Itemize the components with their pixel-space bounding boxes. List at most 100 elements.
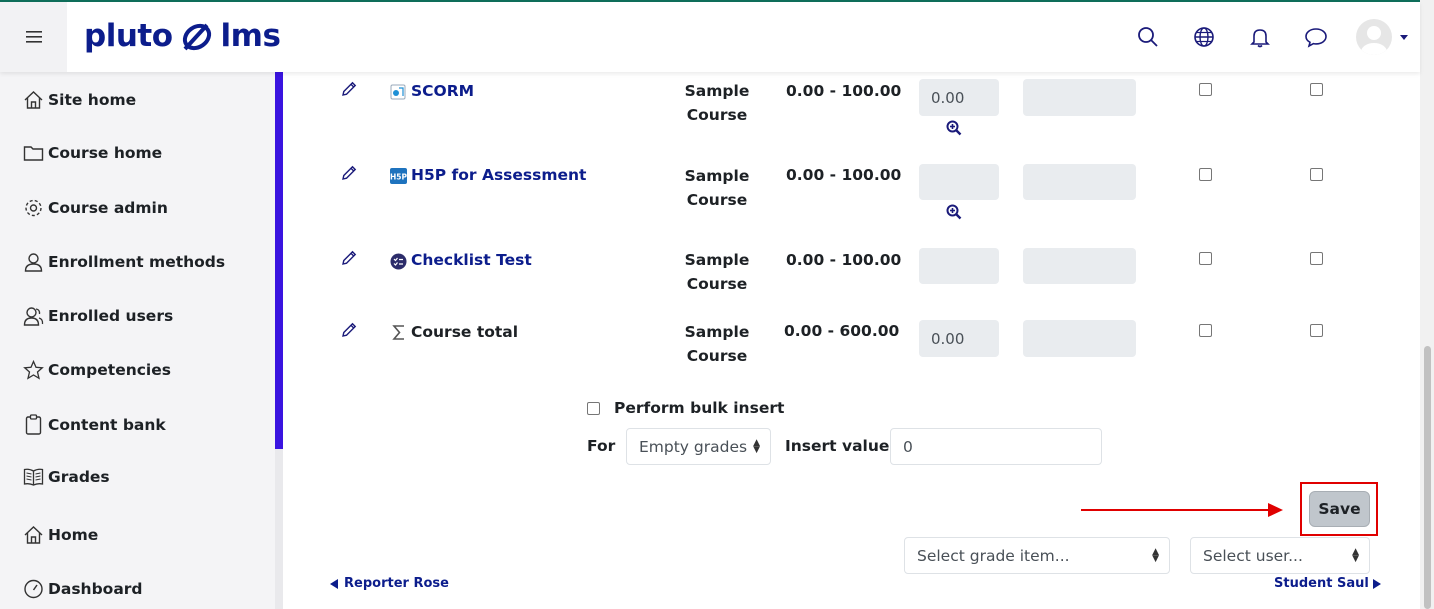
sidebar-item-competencies[interactable]: Competencies — [23, 360, 171, 380]
grade-item-select[interactable]: Select grade item... ▲ ▼ — [904, 537, 1170, 574]
user-select[interactable]: Select user... ▲ ▼ — [1190, 537, 1370, 574]
bell-icon — [1250, 29, 1270, 48]
sidebar-item-label: Grades — [48, 468, 110, 486]
grade-input[interactable] — [919, 164, 999, 200]
edit-pencil-icon[interactable] — [340, 164, 358, 182]
course-name: Sample Course — [682, 164, 752, 212]
previous-user-label: Reporter Rose — [344, 576, 449, 591]
folder-icon — [23, 146, 44, 161]
locked-checkbox[interactable] — [1199, 83, 1212, 96]
sidebar-item-label: Site home — [48, 91, 137, 109]
select-arrows-icon: ▲ ▼ — [753, 437, 760, 455]
locked-checkbox[interactable] — [1199, 252, 1212, 265]
sidebar-item-label: Competencies — [48, 361, 171, 379]
edit-pencil-icon[interactable] — [340, 80, 358, 98]
sidebar-scrollbar[interactable] — [275, 72, 283, 609]
edit-pencil-icon[interactable] — [340, 321, 358, 339]
clipboard-icon — [25, 414, 42, 435]
gauge-icon — [24, 579, 43, 599]
select-value: Select grade item... — [917, 546, 1070, 565]
feedback-input[interactable] — [1023, 320, 1136, 357]
users-icon — [23, 307, 44, 326]
feedback-input[interactable] — [1023, 164, 1136, 200]
user-menu-caret-icon[interactable] — [1400, 34, 1408, 40]
overridden-checkbox[interactable] — [1310, 252, 1323, 265]
bulk-insert-checkbox[interactable] — [587, 402, 600, 415]
grade-input[interactable] — [919, 248, 999, 284]
edit-pencil-icon[interactable] — [340, 249, 358, 267]
site-logo[interactable]: pluto lms — [84, 18, 281, 54]
user-icon — [24, 253, 43, 272]
triangle-left-icon — [330, 578, 338, 589]
book-icon — [23, 468, 44, 486]
for-label: For — [587, 437, 616, 455]
bulk-insert-label: Perform bulk insert — [614, 399, 785, 417]
sidebar-item-enrollment-methods[interactable]: Enrollment methods — [23, 252, 225, 272]
grade-item-link[interactable]: H5P for Assessment — [411, 166, 586, 184]
user-avatar[interactable] — [1356, 19, 1392, 55]
sidebar-item-enrolled-users[interactable]: Enrolled users — [23, 306, 173, 326]
search-icon — [1138, 27, 1158, 47]
select-arrows-icon: ▲ ▼ — [1152, 546, 1159, 564]
navbar: pluto lms — [0, 2, 1420, 72]
annotation-arrow-line — [1081, 509, 1269, 511]
sidebar-item-label: Content bank — [48, 415, 166, 434]
messages-button[interactable] — [1300, 21, 1332, 53]
sidebar-item-dashboard[interactable]: Dashboard — [23, 579, 143, 599]
insert-value-input[interactable]: 0 — [890, 428, 1102, 465]
course-line: Course — [686, 106, 748, 124]
locked-checkbox[interactable] — [1199, 168, 1212, 181]
overridden-checkbox[interactable] — [1310, 83, 1323, 96]
zoom-icon[interactable] — [946, 120, 962, 136]
course-name: Sample Course — [682, 248, 752, 296]
sigma-icon — [392, 325, 404, 340]
sidebar-item-grades[interactable]: Grades — [23, 467, 110, 487]
sidebar-item-content-bank[interactable]: Content bank — [23, 414, 166, 435]
grade-item-link[interactable]: Checklist Test — [411, 251, 532, 269]
course-line: Sample — [684, 167, 750, 185]
chat-icon — [1305, 28, 1327, 48]
locked-checkbox[interactable] — [1199, 324, 1212, 337]
h5p-icon: H5P — [390, 168, 407, 184]
logo-text-left: pluto — [84, 18, 173, 54]
notifications-button[interactable] — [1244, 21, 1276, 53]
menu-toggle-button[interactable] — [0, 2, 67, 72]
sidebar-item-course-home[interactable]: Course home — [23, 144, 162, 162]
language-button[interactable] — [1188, 21, 1220, 53]
sidebar-item-label: Home — [48, 526, 99, 544]
grade-range: 0.00 - 100.00 — [786, 166, 902, 184]
sidebar-item-home[interactable]: Home — [23, 525, 98, 545]
save-button[interactable]: Save — [1309, 491, 1370, 527]
sidebar-scroll-thumb[interactable] — [275, 72, 283, 449]
sidebar-item-course-admin[interactable]: Course admin — [23, 198, 168, 218]
grade-input[interactable]: 0.00 — [919, 320, 999, 357]
search-button[interactable] — [1132, 21, 1164, 53]
page-scroll-thumb[interactable] — [1424, 346, 1431, 609]
page-scrollbar[interactable] — [1420, 0, 1434, 609]
grade-item-link[interactable]: SCORM — [411, 82, 474, 100]
feedback-input[interactable] — [1023, 79, 1136, 116]
sidebar: Site home Course home Course admin Enrol… — [0, 72, 275, 609]
previous-user-link[interactable]: Reporter Rose — [330, 576, 449, 591]
feedback-input[interactable] — [1023, 248, 1136, 284]
logo-text-right: lms — [220, 18, 281, 54]
home-icon — [24, 526, 43, 544]
checklist-icon — [390, 253, 407, 270]
course-line: Sample — [684, 82, 750, 100]
insert-value-label: Insert value — [785, 437, 890, 455]
avatar-icon — [1361, 26, 1387, 55]
globe-icon — [1194, 27, 1214, 47]
zoom-icon[interactable] — [946, 204, 962, 220]
hamburger-icon — [25, 31, 42, 43]
sidebar-item-site-home[interactable]: Site home — [23, 90, 136, 110]
home-icon — [24, 91, 43, 109]
overridden-checkbox[interactable] — [1310, 168, 1323, 181]
bulk-insert-for-select[interactable]: Empty grades ▲ ▼ — [626, 428, 771, 465]
next-user-link[interactable]: Student Saul — [1274, 576, 1381, 591]
next-user-label: Student Saul — [1274, 576, 1369, 591]
grade-input[interactable]: 0.00 — [919, 79, 999, 116]
overridden-checkbox[interactable] — [1310, 324, 1323, 337]
grade-range: 0.00 - 600.00 — [784, 322, 900, 340]
grade-item-name: Course total — [411, 323, 519, 341]
sidebar-item-label: Enrolled users — [48, 307, 174, 325]
